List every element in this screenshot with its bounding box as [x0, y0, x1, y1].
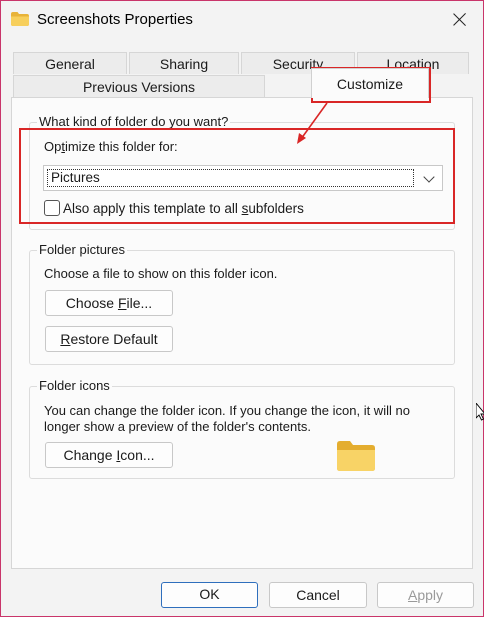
window-title: Screenshots Properties	[37, 11, 193, 28]
apply-button[interactable]: Apply	[377, 582, 474, 608]
annotation-arrow-icon	[297, 102, 328, 144]
apply-subfolders-checkbox[interactable]	[44, 200, 60, 216]
optimize-select[interactable]: Pictures	[43, 165, 443, 191]
apply-subfolders-label[interactable]: Also apply this template to all subfolde…	[63, 201, 304, 216]
change-icon-button[interactable]: Change Icon...	[45, 442, 173, 468]
folder-type-group-title: What kind of folder do you want?	[37, 114, 231, 129]
optimize-select-value: Pictures	[47, 169, 414, 187]
properties-dialog: Screenshots Properties General Sharing S…	[0, 0, 484, 617]
restore-default-button[interactable]: Restore Default	[45, 326, 173, 352]
folder-icons-description-line2: longer show a preview of the folder's co…	[44, 419, 311, 434]
folder-pictures-group-title: Folder pictures	[37, 242, 127, 257]
tab-sharing[interactable]: Sharing	[129, 52, 239, 74]
folder-pictures-description: Choose a file to show on this folder ico…	[44, 266, 278, 281]
folder-icon	[11, 12, 29, 26]
tab-general[interactable]: General	[13, 52, 127, 74]
close-icon[interactable]	[449, 9, 471, 31]
tab-customize[interactable]: Customize	[311, 68, 429, 98]
mouse-cursor-icon	[476, 403, 484, 421]
ok-button[interactable]: OK	[161, 582, 258, 608]
folder-preview-icon	[337, 441, 375, 471]
title-bar: Screenshots Properties	[1, 1, 483, 39]
optimize-label: Optimize this folder for:	[44, 139, 178, 154]
cancel-button[interactable]: Cancel	[269, 582, 367, 608]
choose-file-button[interactable]: Choose File...	[45, 290, 173, 316]
tab-previous-versions[interactable]: Previous Versions	[13, 75, 265, 98]
chevron-down-icon	[423, 171, 435, 183]
folder-icons-group-title: Folder icons	[37, 378, 112, 393]
folder-icons-description-line1: You can change the folder icon. If you c…	[44, 403, 410, 418]
